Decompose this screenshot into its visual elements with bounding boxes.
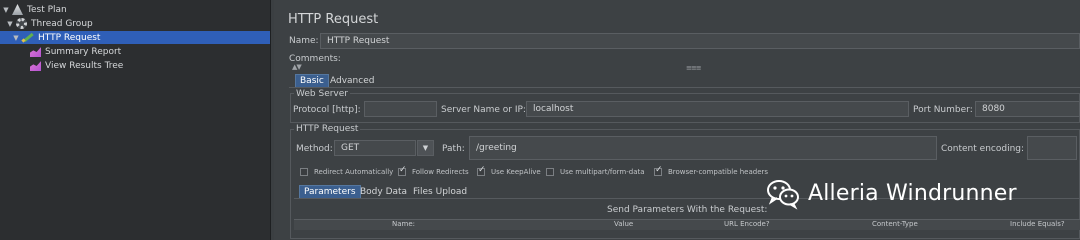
chart-icon <box>30 61 41 71</box>
port-number-field[interactable]: 8080 <box>975 101 1080 117</box>
path-label: Path: <box>442 144 465 154</box>
checkbox-icon[interactable] <box>546 168 554 176</box>
tree-item-label: Thread Group <box>31 18 93 29</box>
server-name-field[interactable]: localhost <box>526 101 909 117</box>
redirect-automatically-checkbox[interactable]: Redirect Automatically <box>300 168 393 176</box>
watermark: Alleria Windrunner <box>766 176 1017 210</box>
name-field[interactable]: HTTP Request <box>320 33 1080 49</box>
column-content-type[interactable]: Content-Type <box>872 220 918 228</box>
content-encoding-label: Content encoding: <box>941 144 1025 154</box>
wechat-icon <box>766 176 800 210</box>
column-include-equals[interactable]: Include Equals? <box>1010 220 1065 228</box>
watermark-text: Alleria Windrunner <box>808 180 1017 206</box>
method-label: Method: <box>296 144 333 154</box>
tab-body-data[interactable]: Body Data <box>356 186 411 198</box>
tree-item-label: View Results Tree <box>45 60 124 71</box>
method-select[interactable]: GET <box>334 140 416 156</box>
path-field[interactable]: /greeting <box>469 136 937 160</box>
content-encoding-field[interactable] <box>1027 136 1077 160</box>
browser-compatible-headers-checkbox[interactable]: Browser-compatible headers <box>654 165 768 176</box>
gear-icon <box>16 18 27 29</box>
tree-item-view-results-tree[interactable]: View Results Tree <box>30 59 123 72</box>
checkbox-checked-icon[interactable] <box>398 165 407 176</box>
drag-handle-icon[interactable]: ≡≡≡ <box>686 64 702 72</box>
test-plan-icon <box>12 4 23 15</box>
tree-item-label: Summary Report <box>45 46 122 57</box>
column-name[interactable]: Name: <box>392 220 415 228</box>
params-table-header: Name: Value URL Encode? Content-Type Inc… <box>294 219 1080 230</box>
tree-item-label: Test Plan <box>27 4 67 15</box>
tree-item-test-plan[interactable]: ▼ Test Plan <box>2 3 67 16</box>
test-plan-tree: ▼ Test Plan ▼ Thread Group ▼ HTTP Reques… <box>0 0 271 240</box>
port-number-label: Port Number: <box>913 105 973 115</box>
checkbox-icon[interactable] <box>300 168 308 176</box>
protocol-label: Protocol [http]: <box>293 105 361 115</box>
tab-parameters[interactable]: Parameters <box>299 185 361 199</box>
column-url-encode[interactable]: URL Encode? <box>724 220 770 228</box>
name-label: Name: <box>289 36 319 46</box>
params-caption: Send Parameters With the Request: <box>607 205 768 215</box>
use-multipart-checkbox[interactable]: Use multipart/form-data <box>546 168 645 176</box>
http-request-group-label: HTTP Request <box>294 124 361 134</box>
chevron-down-icon[interactable]: ▼ <box>417 140 434 156</box>
server-name-label: Server Name or IP: <box>441 105 526 115</box>
collapse-arrow-icon[interactable]: ▲▼ <box>292 63 302 71</box>
tab-files-upload[interactable]: Files Upload <box>409 186 471 198</box>
use-keepalive-checkbox[interactable]: Use KeepAlive <box>477 165 541 176</box>
protocol-field[interactable] <box>364 101 437 117</box>
page-title: HTTP Request <box>288 12 379 27</box>
expand-toggle-icon[interactable]: ▼ <box>12 34 20 42</box>
expand-toggle-icon[interactable]: ▼ <box>2 6 10 14</box>
tab-basic[interactable]: Basic <box>295 74 329 88</box>
tree-item-summary-report[interactable]: Summary Report <box>30 45 121 58</box>
checkbox-checked-icon[interactable] <box>477 165 486 176</box>
sampler-pen-icon <box>22 32 34 43</box>
column-value[interactable]: Value <box>614 220 633 228</box>
web-server-group-label: Web Server <box>294 89 350 99</box>
tab-advanced[interactable]: Advanced <box>326 75 378 87</box>
checkbox-checked-icon[interactable] <box>654 165 663 176</box>
tree-item-label: HTTP Request <box>38 32 101 43</box>
follow-redirects-checkbox[interactable]: Follow Redirects <box>398 165 469 176</box>
expand-toggle-icon[interactable]: ▼ <box>6 20 14 28</box>
tree-item-thread-group[interactable]: ▼ Thread Group <box>6 17 93 30</box>
chart-icon <box>30 47 41 57</box>
tree-item-http-request[interactable]: ▼ HTTP Request <box>0 31 270 44</box>
